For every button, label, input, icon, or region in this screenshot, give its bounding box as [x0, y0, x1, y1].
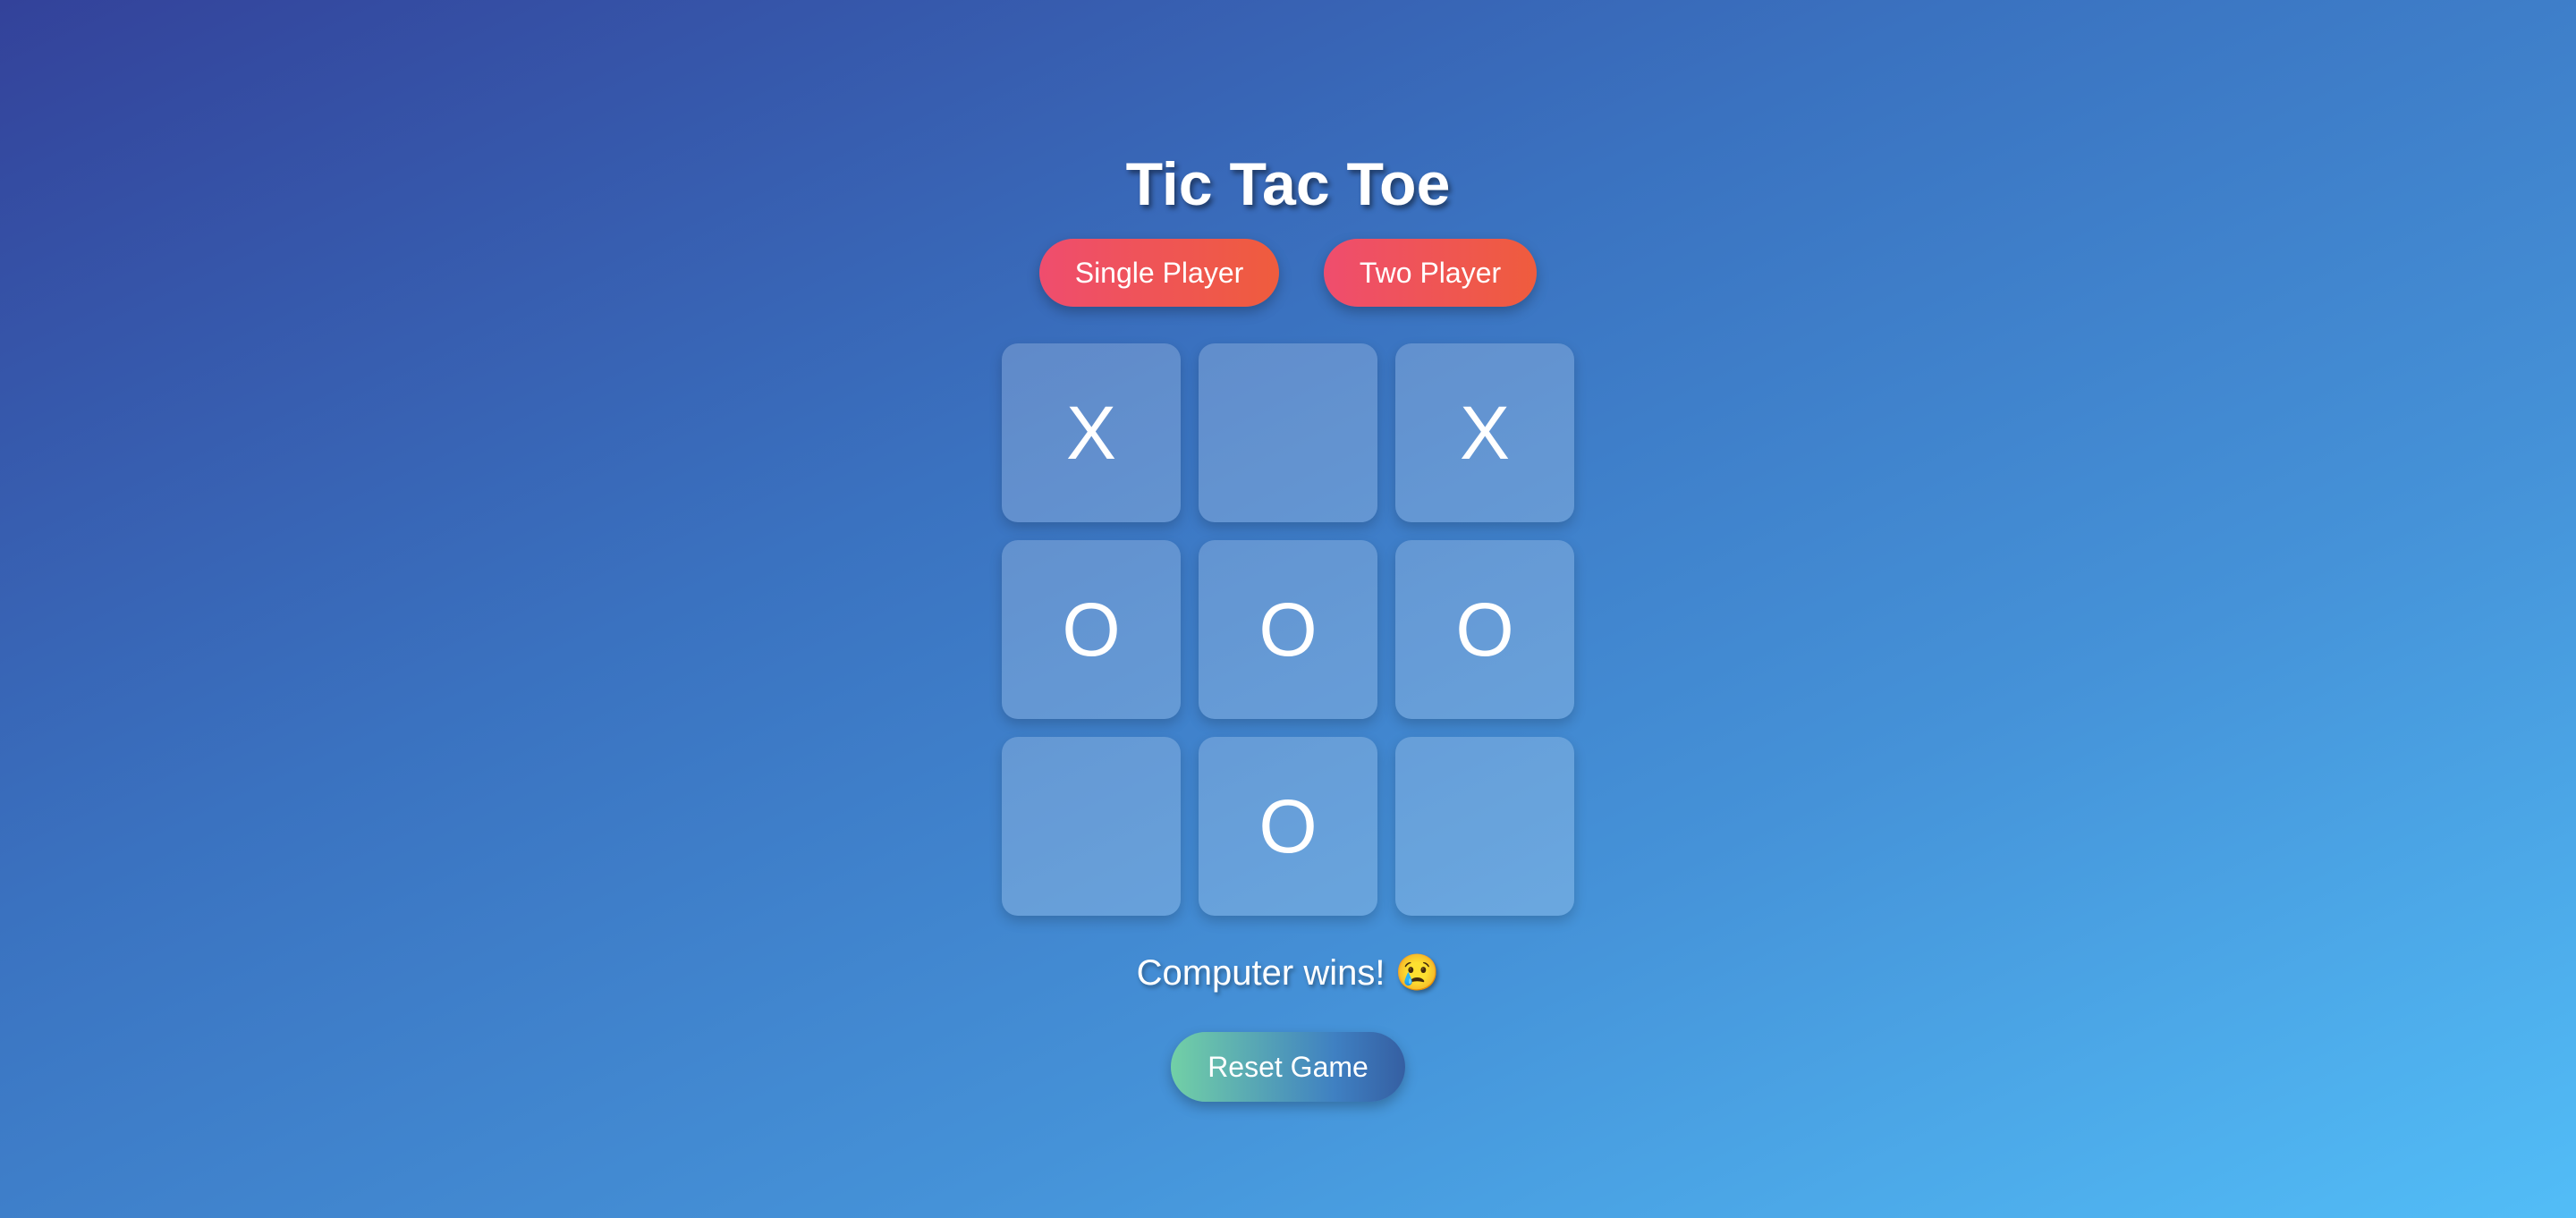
- board-cell-4[interactable]: O: [1002, 540, 1181, 719]
- board-cell-1[interactable]: X: [1002, 343, 1181, 522]
- game-app: Tic Tac Toe Single Player Two Player X X…: [0, 0, 2576, 1218]
- game-status: Computer wins! 😢: [1136, 953, 1440, 993]
- board-cell-7[interactable]: [1002, 737, 1181, 916]
- game-board: X X O O O O: [1002, 343, 1574, 916]
- single-player-button[interactable]: Single Player: [1039, 239, 1279, 307]
- board-cell-9[interactable]: [1395, 737, 1574, 916]
- reset-game-button[interactable]: Reset Game: [1171, 1032, 1405, 1102]
- board-cell-8[interactable]: O: [1199, 737, 1377, 916]
- two-player-button[interactable]: Two Player: [1324, 239, 1537, 307]
- board-cell-3[interactable]: X: [1395, 343, 1574, 522]
- board-cell-5[interactable]: O: [1199, 540, 1377, 719]
- board-cell-2[interactable]: [1199, 343, 1377, 522]
- board-cell-6[interactable]: O: [1395, 540, 1574, 719]
- page-title: Tic Tac Toe: [1125, 150, 1451, 218]
